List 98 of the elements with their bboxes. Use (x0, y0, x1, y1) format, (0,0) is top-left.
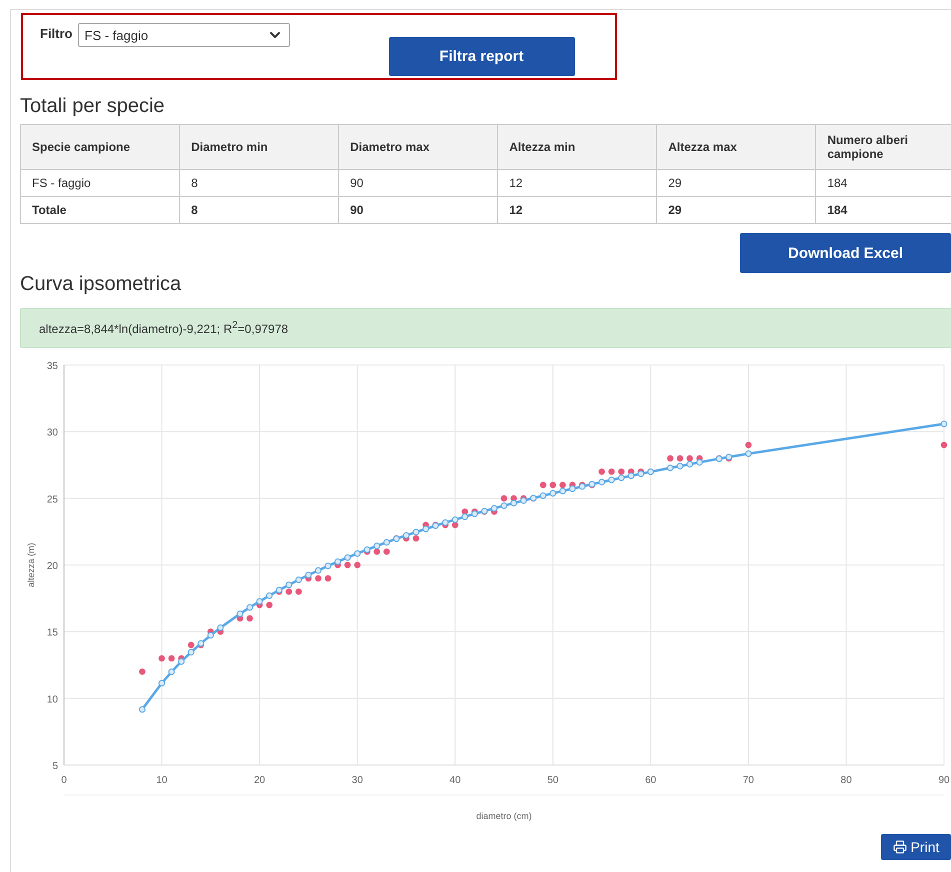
y-tick-label: 10 (46, 694, 58, 706)
curve-point (618, 474, 625, 482)
curve-point (374, 542, 380, 550)
curve-point (295, 576, 302, 584)
curve-point (432, 522, 439, 529)
curve-point (471, 510, 478, 518)
curve-point (745, 450, 752, 457)
curve-point (178, 658, 185, 665)
table-cell: FS - faggio (20, 170, 180, 196)
printer-icon (892, 840, 907, 854)
y-tick-label: 35 (46, 361, 58, 372)
x-tick-label: 70 (742, 775, 754, 786)
curve-point (500, 502, 508, 509)
curve-point (256, 598, 263, 605)
curve-point (686, 460, 694, 468)
table-cell: 29 (656, 196, 816, 224)
filter-report-button[interactable]: Filtra report (388, 37, 574, 76)
x-tick-label: 60 (645, 775, 656, 786)
y-tick-label: 5 (52, 761, 58, 772)
curve-point (314, 567, 322, 574)
curve-point (344, 554, 351, 561)
x-tick-label: 10 (156, 775, 168, 786)
curve-point (940, 420, 948, 428)
curve-point (716, 455, 722, 462)
species-select[interactable]: FS - faggio (78, 23, 290, 47)
curve-point (217, 624, 224, 631)
curve-point (559, 488, 566, 494)
curve-point (393, 535, 400, 542)
curve-point (158, 680, 166, 686)
curve-point (442, 519, 449, 526)
download-excel-button[interactable]: Download Excel (740, 233, 951, 273)
curve-point (540, 492, 546, 499)
x-tick-label: 20 (254, 775, 266, 786)
curve-point (422, 526, 430, 532)
curve-point (305, 572, 312, 578)
curve-point (207, 632, 214, 639)
curve-point (452, 516, 458, 523)
print-button[interactable]: Print (881, 834, 951, 860)
y-axis-title: altezza (m) (26, 542, 36, 588)
column-header: Altezza max (656, 124, 816, 170)
curve-point (334, 558, 342, 565)
curve-point (168, 668, 175, 676)
table-cell: Totale (20, 196, 180, 224)
y-tick-label: 20 (46, 561, 58, 572)
x-tick-label: 40 (450, 775, 461, 786)
y-tick-label: 15 (46, 628, 58, 639)
curve-point (402, 532, 410, 539)
x-tick-label: 50 (547, 775, 558, 786)
curve-point (628, 472, 634, 480)
curve-point (138, 706, 146, 713)
curve-point (462, 513, 468, 520)
curve-point (608, 476, 615, 484)
table-cell: 12 (498, 170, 657, 196)
filter-label: Filtro (40, 26, 72, 41)
x-tick-label: 0 (61, 775, 67, 786)
curve-point (324, 562, 332, 570)
curve-point (666, 464, 674, 472)
column-header: Specie campione (20, 124, 180, 170)
curve-point (569, 485, 576, 492)
column-header: Diametro max (338, 124, 498, 170)
curve-point (530, 494, 537, 502)
curve-point (676, 462, 684, 470)
curve-point (598, 478, 606, 486)
curve-point (383, 539, 390, 546)
curve-point (188, 648, 194, 656)
curve-point (266, 592, 273, 599)
section-title: Curva ipsometrica (20, 273, 182, 296)
equation-banner: altezza=8,844*ln(diametro)-9,221; R$^{2}$=0,97978 (20, 308, 951, 348)
x-axis-title: diametro (cm) (476, 811, 532, 821)
section-title: Totali per specie (20, 95, 166, 118)
table-cell: 90 (338, 170, 498, 196)
table-cell: 90 (338, 196, 498, 224)
curve-point (412, 528, 420, 536)
curve-point (647, 468, 654, 476)
curve-point (481, 508, 488, 514)
column-header: Diametro min (180, 124, 339, 170)
y-tick-label: 25 (46, 494, 58, 506)
curve-point (550, 490, 556, 497)
curve-point (696, 459, 703, 466)
table-cell: 8 (180, 170, 339, 196)
curve-point (246, 604, 254, 611)
curve-point (520, 497, 527, 504)
y-tick-label: 30 (46, 428, 58, 439)
x-tick-label: 30 (352, 775, 363, 786)
curve-point (490, 505, 498, 512)
curve-point (638, 470, 644, 478)
curve-point (510, 500, 518, 506)
table-cell: 12 (498, 196, 657, 224)
x-tick-label: 90 (938, 775, 950, 786)
x-tick-label: 80 (840, 775, 852, 786)
table-cell: 29 (656, 170, 816, 196)
column-header: Altezza min (498, 124, 657, 170)
curve-point (236, 610, 244, 618)
curve-point (364, 546, 370, 553)
curve-point (354, 550, 361, 557)
column-header: Numero alberi campione (816, 124, 951, 170)
curve-point (286, 582, 292, 588)
table-cell: 8 (180, 196, 339, 224)
